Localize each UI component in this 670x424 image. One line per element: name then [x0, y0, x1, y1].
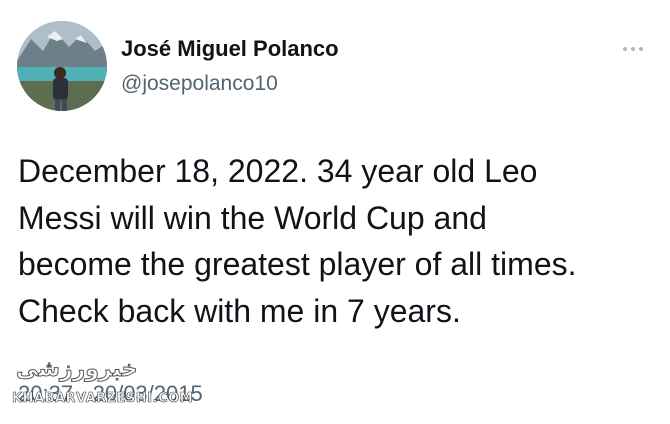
more-horizontal-icon [639, 47, 643, 51]
tweet-text: December 18, 2022. 34 year old Leo Messi… [18, 153, 577, 329]
avatar[interactable] [17, 21, 107, 111]
tweet-card: José Miguel Polanco @josepolanco10 Decem… [0, 0, 670, 424]
watermark-logo-text: خبرورزشی [15, 357, 138, 383]
author-handle[interactable]: @josepolanco10 [121, 72, 278, 96]
more-horizontal-icon [623, 47, 627, 51]
more-options-button[interactable] [618, 40, 648, 58]
author-display-name[interactable]: José Miguel Polanco [121, 36, 339, 62]
tweet-timestamp[interactable]: 20:37 · 20/03/2015 [18, 381, 203, 407]
more-horizontal-icon [631, 47, 635, 51]
profile-photo-icon [17, 21, 107, 111]
